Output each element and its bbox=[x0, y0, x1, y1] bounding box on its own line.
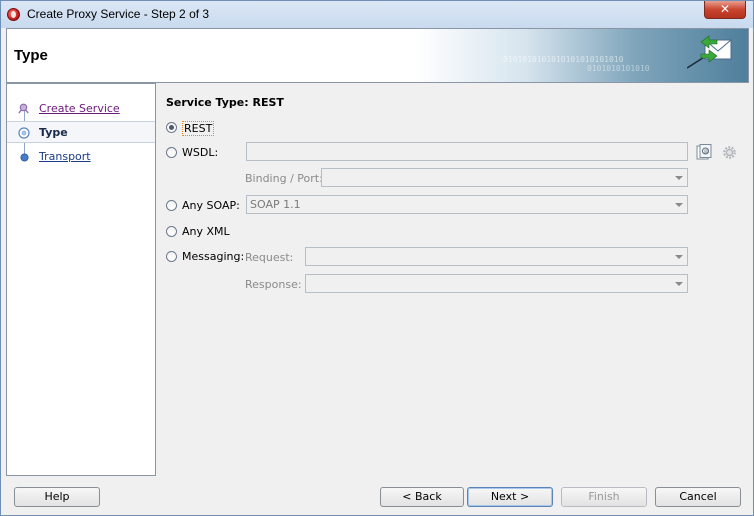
cancel-button[interactable]: Cancel bbox=[655, 487, 741, 507]
page-title: Type bbox=[14, 47, 48, 64]
gear-icon[interactable] bbox=[722, 145, 737, 160]
next-button[interactable]: Next > bbox=[467, 487, 553, 507]
radio-wsdl-label: WSDL: bbox=[182, 146, 219, 159]
radio-any-soap[interactable]: Any SOAP: bbox=[166, 199, 256, 217]
binding-port-label: Binding / Port: bbox=[245, 172, 323, 185]
chevron-down-icon bbox=[675, 255, 683, 259]
help-button[interactable]: Help bbox=[14, 487, 100, 507]
wizard-content: Service Type: REST REST WSDL: @ Binding … bbox=[156, 83, 749, 476]
title-bar[interactable]: Create Proxy Service - Step 2 of 3 ✕ bbox=[1, 1, 753, 28]
response-select[interactable] bbox=[305, 274, 688, 293]
radio-messaging[interactable]: Messaging: bbox=[166, 250, 246, 268]
soap-version-select[interactable]: SOAP 1.1 bbox=[246, 195, 688, 214]
envelope-arrows-icon bbox=[687, 35, 732, 69]
radio-indicator[interactable] bbox=[166, 122, 177, 133]
close-button[interactable]: ✕ bbox=[704, 1, 746, 19]
radio-wsdl[interactable]: WSDL: bbox=[166, 146, 236, 164]
service-type-heading: Service Type: REST bbox=[166, 96, 284, 109]
step-create-service[interactable]: Create Service bbox=[7, 98, 155, 120]
wsdl-input[interactable] bbox=[246, 142, 688, 161]
next-button-label: Next > bbox=[490, 490, 530, 503]
step-pending-icon bbox=[20, 153, 29, 162]
radio-any-soap-label: Any SOAP: bbox=[182, 199, 240, 212]
step-current-icon bbox=[18, 127, 30, 139]
chevron-down-icon bbox=[675, 176, 683, 180]
step-type[interactable]: Type bbox=[7, 121, 155, 143]
step-label: Create Service bbox=[39, 102, 120, 115]
back-button[interactable]: < Back bbox=[380, 487, 464, 507]
help-button-label: Help bbox=[44, 490, 70, 503]
oracle-app-icon bbox=[7, 8, 20, 21]
step-label: Transport bbox=[39, 150, 91, 163]
chevron-down-icon bbox=[675, 282, 683, 286]
radio-indicator[interactable] bbox=[166, 251, 177, 262]
radio-indicator[interactable] bbox=[166, 226, 177, 237]
browse-wsdl-icon[interactable]: @ bbox=[696, 144, 712, 160]
header-decor-binary-2: 0101010101010 bbox=[587, 64, 650, 73]
header-decor-binary: 0101010101010101010101010 bbox=[503, 55, 624, 64]
finish-button[interactable]: Finish bbox=[561, 487, 647, 507]
radio-any-xml[interactable]: Any XML bbox=[166, 225, 246, 243]
window-title: Create Proxy Service - Step 2 of 3 bbox=[27, 7, 210, 21]
step-transport[interactable]: Transport bbox=[7, 146, 155, 168]
radio-messaging-label: Messaging: bbox=[182, 250, 245, 263]
step-label: Type bbox=[39, 126, 68, 139]
request-label: Request: bbox=[245, 251, 294, 264]
svg-text:@: @ bbox=[704, 149, 709, 155]
response-label: Response: bbox=[245, 278, 302, 291]
finish-button-label: Finish bbox=[588, 490, 620, 503]
dialog-window: Create Proxy Service - Step 2 of 3 ✕ Typ… bbox=[0, 0, 754, 516]
step-visited-icon bbox=[17, 103, 30, 115]
chevron-down-icon bbox=[675, 203, 683, 207]
wizard-header: Type 0101010101010101010101010 010101010… bbox=[6, 28, 749, 83]
binding-port-select[interactable] bbox=[321, 168, 688, 187]
back-button-label: < Back bbox=[402, 490, 442, 503]
request-select[interactable] bbox=[305, 247, 688, 266]
radio-rest-label: REST bbox=[182, 121, 215, 136]
soap-version-value: SOAP 1.1 bbox=[250, 198, 301, 211]
radio-rest[interactable]: REST bbox=[166, 121, 226, 139]
cancel-button-label: Cancel bbox=[679, 490, 717, 503]
radio-indicator[interactable] bbox=[166, 147, 177, 158]
radio-indicator[interactable] bbox=[166, 200, 177, 211]
wizard-steps-panel: Create Service Type Transport bbox=[6, 83, 156, 476]
radio-any-xml-label: Any XML bbox=[182, 225, 230, 238]
